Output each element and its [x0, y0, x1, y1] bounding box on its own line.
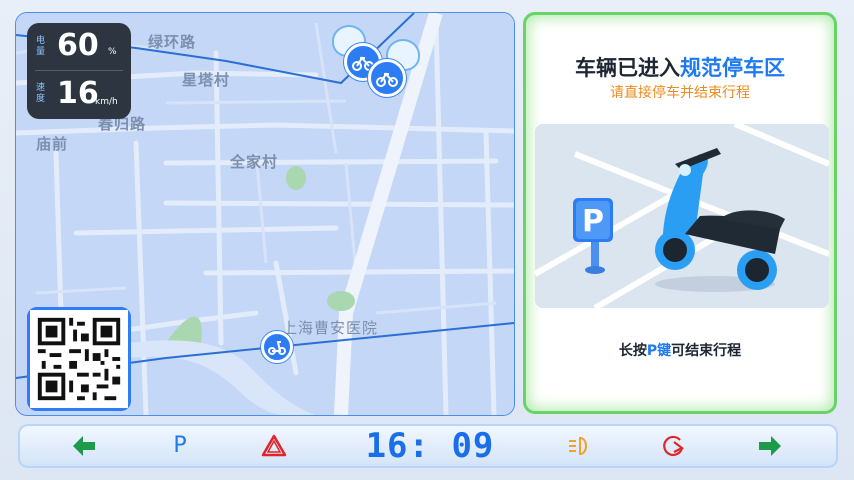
speed-battery-hud: 电量 60 % 速度 16 km/h — [27, 23, 131, 119]
speed-label: 速度 — [36, 83, 46, 104]
bike-pin-icon[interactable] — [368, 59, 406, 97]
turn-left-arrow-icon — [70, 432, 98, 460]
arrow-left-icon — [73, 436, 95, 456]
notice-title-prefix: 车辆已进入 — [575, 56, 680, 80]
parking-zone-notice: 车辆已进入规范停车区 请直接停车并结束行程 P 长按P键可结束行程 — [523, 12, 837, 414]
turn-right-arrow-icon — [756, 432, 784, 460]
speed-unit: km/h — [95, 97, 118, 107]
current-location-pin-icon[interactable] — [261, 331, 293, 363]
ready-power-icon — [663, 435, 685, 457]
map-panel[interactable]: 绿环路 星塔村 春归路 庙前 全家村 上海曹安医院 电量 60 % 速度 16 … — [15, 12, 515, 416]
clock-time: 16: 09 — [365, 426, 495, 466]
notice-foot-suffix: 可结束行程 — [671, 343, 742, 359]
notice-foot-prefix: 长按 — [618, 343, 647, 359]
battery-value: 60 — [57, 28, 99, 63]
headlight-icon — [569, 436, 587, 456]
parking-indicator: P — [173, 433, 187, 458]
battery-unit: % — [108, 47, 117, 57]
parked-scooter-illustration: P — [535, 124, 829, 308]
svg-text:P: P — [582, 204, 604, 239]
speed-row: 速度 16 km/h — [27, 71, 131, 117]
place-label-quanjia: 全家村 — [230, 153, 279, 171]
battery-label: 电量 — [36, 36, 46, 57]
road-label-lvhuan: 绿环路 — [148, 33, 197, 51]
hazard-indicator — [260, 432, 288, 460]
notice-subtitle: 请直接停车并结束行程 — [610, 85, 750, 101]
place-label-hospital: 上海曹安医院 — [282, 319, 379, 337]
qr-code[interactable] — [27, 307, 131, 411]
place-label-miaoqian: 庙前 — [36, 135, 69, 153]
place-label-xingta: 星塔村 — [182, 71, 231, 89]
notice-title: 车辆已进入规范停车区 — [523, 52, 837, 82]
notice-foot-highlight: P键 — [646, 343, 672, 359]
status-bar: P 16: 09 — [18, 424, 838, 468]
notice-title-highlight: 规范停车区 — [680, 56, 785, 80]
ready-indicator — [660, 432, 688, 460]
arrow-right-icon — [759, 436, 781, 456]
hazard-triangle-icon — [261, 434, 287, 457]
battery-row: 电量 60 % — [27, 23, 131, 69]
headlight-indicator — [565, 432, 593, 460]
qr-code-pattern — [30, 310, 128, 408]
bike-icon — [376, 72, 398, 87]
dashboard-screen: 绿环路 星塔村 春归路 庙前 全家村 上海曹安医院 电量 60 % 速度 16 … — [0, 0, 854, 480]
notice-footer: 长按P键可结束行程 — [523, 340, 837, 360]
scooter-icon — [268, 341, 286, 355]
speed-value: 16 — [57, 76, 99, 111]
scooter-parking-image: P — [535, 124, 829, 308]
